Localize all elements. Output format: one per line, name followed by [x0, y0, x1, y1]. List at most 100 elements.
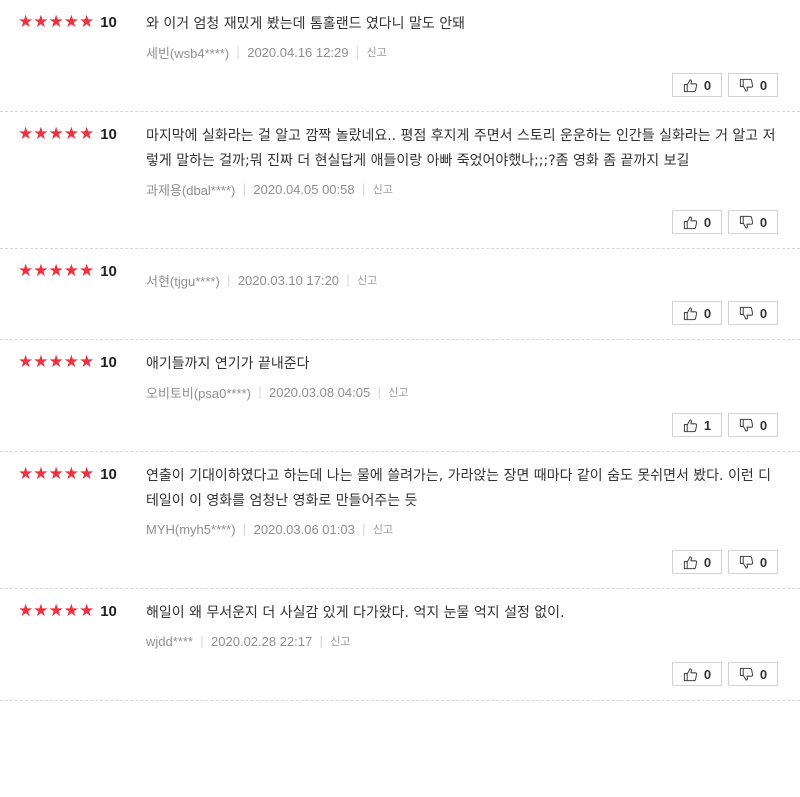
review-score: ★★★★★ 10	[18, 261, 117, 281]
reviewer-nickname: 세빈(wsb4****)	[146, 45, 230, 61]
meta-divider: |	[377, 385, 382, 399]
meta-divider: |	[355, 45, 360, 59]
thumbs-down-icon	[739, 306, 754, 320]
review-text: 해일이 왜 무서운지 더 사실감 있게 다가왔다. 억지 눈물 억지 설정 없이…	[146, 605, 565, 621]
review-date: 2020.04.05 00:58	[253, 181, 355, 197]
like-button[interactable]: 0	[672, 662, 722, 686]
meta-divider: |	[257, 385, 262, 399]
review-score: ★★★★★ 10	[18, 124, 117, 144]
review-body: 마지막에 실화라는 걸 알고 깜짝 놀랐네요.. 평점 후지게 주면서 스토리 …	[146, 112, 778, 248]
star-rating: ★★★★★	[18, 601, 95, 621]
like-count: 0	[703, 214, 712, 230]
review-item: ★★★★★ 10 와 이거 엄청 재밌게 봤는데 톰홀랜드 였다니 말도 안돼 …	[0, 0, 800, 112]
score-value: 10	[100, 13, 117, 31]
reviewer-nickname: 과제용(dbal****)	[146, 182, 236, 198]
like-count: 1	[703, 417, 712, 433]
like-button[interactable]: 1	[672, 413, 722, 437]
thumbs-up-icon	[683, 306, 698, 320]
review-item: ★★★★★ 10 서현(tjgu****) | 2020.03.10 17:20…	[0, 249, 800, 340]
meta-divider: |	[361, 182, 366, 196]
dislike-button[interactable]: 0	[728, 413, 778, 437]
review-item: ★★★★★ 10 연출이 기대이하였다고 하는데 나는 물에 쓸려가는, 가라앉…	[0, 452, 800, 589]
meta-divider: |	[319, 634, 324, 648]
like-button[interactable]: 0	[672, 550, 722, 574]
vote-actions: 0 0	[146, 662, 778, 700]
score-value: 10	[100, 353, 117, 371]
vote-actions: 0 0	[146, 73, 778, 111]
review-meta: 서현(tjgu****) | 2020.03.10 17:20 | 신고	[146, 269, 778, 291]
review-score: ★★★★★ 10	[18, 12, 117, 32]
like-count: 0	[703, 305, 712, 321]
dislike-button[interactable]: 0	[728, 662, 778, 686]
thumbs-down-icon	[739, 418, 754, 432]
review-text: 연출이 기대이하였다고 하는데 나는 물에 쓸려가는, 가라앉는 장면 때마다 …	[146, 468, 772, 509]
vote-actions: 1 0	[146, 413, 778, 451]
review-item: ★★★★★ 10 마지막에 실화라는 걸 알고 깜짝 놀랐네요.. 평점 후지게…	[0, 112, 800, 249]
review-item: ★★★★★ 10 해일이 왜 무서운지 더 사실감 있게 다가왔다. 억지 눈물…	[0, 589, 800, 701]
score-value: 10	[100, 602, 117, 620]
review-body: 와 이거 엄청 재밌게 봤는데 톰홀랜드 였다니 말도 안돼 세빈(wsb4**…	[146, 0, 778, 111]
dislike-button[interactable]: 0	[728, 550, 778, 574]
review-date: 2020.03.10 17:20	[237, 272, 340, 288]
review-meta: 오비토비(psa0****) | 2020.03.08 04:05 | 신고	[146, 381, 778, 403]
thumbs-up-icon	[683, 418, 698, 432]
reviewer-nickname: 오비토비(psa0****)	[146, 385, 251, 401]
dislike-count: 0	[759, 77, 768, 93]
meta-divider: |	[346, 273, 351, 287]
like-button[interactable]: 0	[672, 301, 722, 325]
review-body: 해일이 왜 무서운지 더 사실감 있게 다가왔다. 억지 눈물 억지 설정 없이…	[146, 589, 778, 700]
review-score: ★★★★★ 10	[18, 601, 117, 621]
like-count: 0	[703, 554, 712, 570]
review-body: 연출이 기대이하였다고 하는데 나는 물에 쓸려가는, 가라앉는 장면 때마다 …	[146, 452, 778, 588]
meta-divider: |	[242, 522, 247, 536]
dislike-count: 0	[759, 305, 768, 321]
review-date: 2020.04.16 12:29	[247, 44, 349, 60]
review-meta: wjdd**** | 2020.02.28 22:17 | 신고	[146, 630, 778, 652]
review-date: 2020.03.08 04:05	[268, 384, 371, 400]
dislike-count: 0	[759, 554, 768, 570]
score-value: 10	[100, 125, 117, 143]
review-score: ★★★★★ 10	[18, 464, 117, 484]
meta-divider: |	[199, 634, 205, 648]
report-link[interactable]: 신고	[373, 521, 393, 537]
star-rating: ★★★★★	[18, 464, 95, 484]
meta-divider: |	[236, 45, 241, 59]
thumbs-down-icon	[739, 215, 754, 229]
review-meta: MYH(myh5****) | 2020.03.06 01:03 | 신고	[146, 518, 778, 540]
thumbs-up-icon	[683, 215, 698, 229]
review-text: 애기들까지 연기가 끝내준다	[146, 356, 310, 372]
report-link[interactable]: 신고	[388, 384, 408, 400]
meta-divider: |	[226, 273, 231, 287]
score-value: 10	[100, 262, 117, 280]
like-button[interactable]: 0	[672, 73, 722, 97]
review-score: ★★★★★ 10	[18, 352, 117, 372]
review-body: 애기들까지 연기가 끝내준다 오비토비(psa0****) | 2020.03.…	[146, 340, 778, 451]
review-meta: 과제용(dbal****) | 2020.04.05 00:58 | 신고	[146, 178, 778, 200]
dislike-button[interactable]: 0	[728, 73, 778, 97]
review-list: ★★★★★ 10 와 이거 엄청 재밌게 봤는데 톰홀랜드 였다니 말도 안돼 …	[0, 0, 800, 701]
dislike-count: 0	[759, 666, 768, 682]
dislike-count: 0	[759, 417, 768, 433]
thumbs-down-icon	[739, 555, 754, 569]
report-link[interactable]: 신고	[357, 272, 377, 288]
thumbs-up-icon	[683, 555, 698, 569]
star-rating: ★★★★★	[18, 124, 95, 144]
like-button[interactable]: 0	[672, 210, 722, 234]
thumbs-up-icon	[683, 78, 698, 92]
reviewer-nickname: wjdd****	[146, 633, 193, 649]
review-text: 와 이거 엄청 재밌게 봤는데 톰홀랜드 였다니 말도 안돼	[146, 16, 465, 32]
report-link[interactable]: 신고	[373, 181, 393, 197]
report-link[interactable]: 신고	[330, 633, 350, 649]
dislike-button[interactable]: 0	[728, 301, 778, 325]
review-date: 2020.03.06 01:03	[253, 521, 355, 537]
thumbs-down-icon	[739, 78, 754, 92]
report-link[interactable]: 신고	[366, 44, 386, 60]
star-rating: ★★★★★	[18, 12, 95, 32]
score-value: 10	[100, 465, 117, 483]
dislike-button[interactable]: 0	[728, 210, 778, 234]
star-rating: ★★★★★	[18, 352, 95, 372]
reviewer-nickname: MYH(myh5****)	[146, 521, 236, 537]
review-text: 마지막에 실화라는 걸 알고 깜짝 놀랐네요.. 평점 후지게 주면서 스토리 …	[146, 128, 776, 169]
review-meta: 세빈(wsb4****) | 2020.04.16 12:29 | 신고	[146, 41, 778, 63]
review-date: 2020.02.28 22:17	[211, 633, 313, 649]
